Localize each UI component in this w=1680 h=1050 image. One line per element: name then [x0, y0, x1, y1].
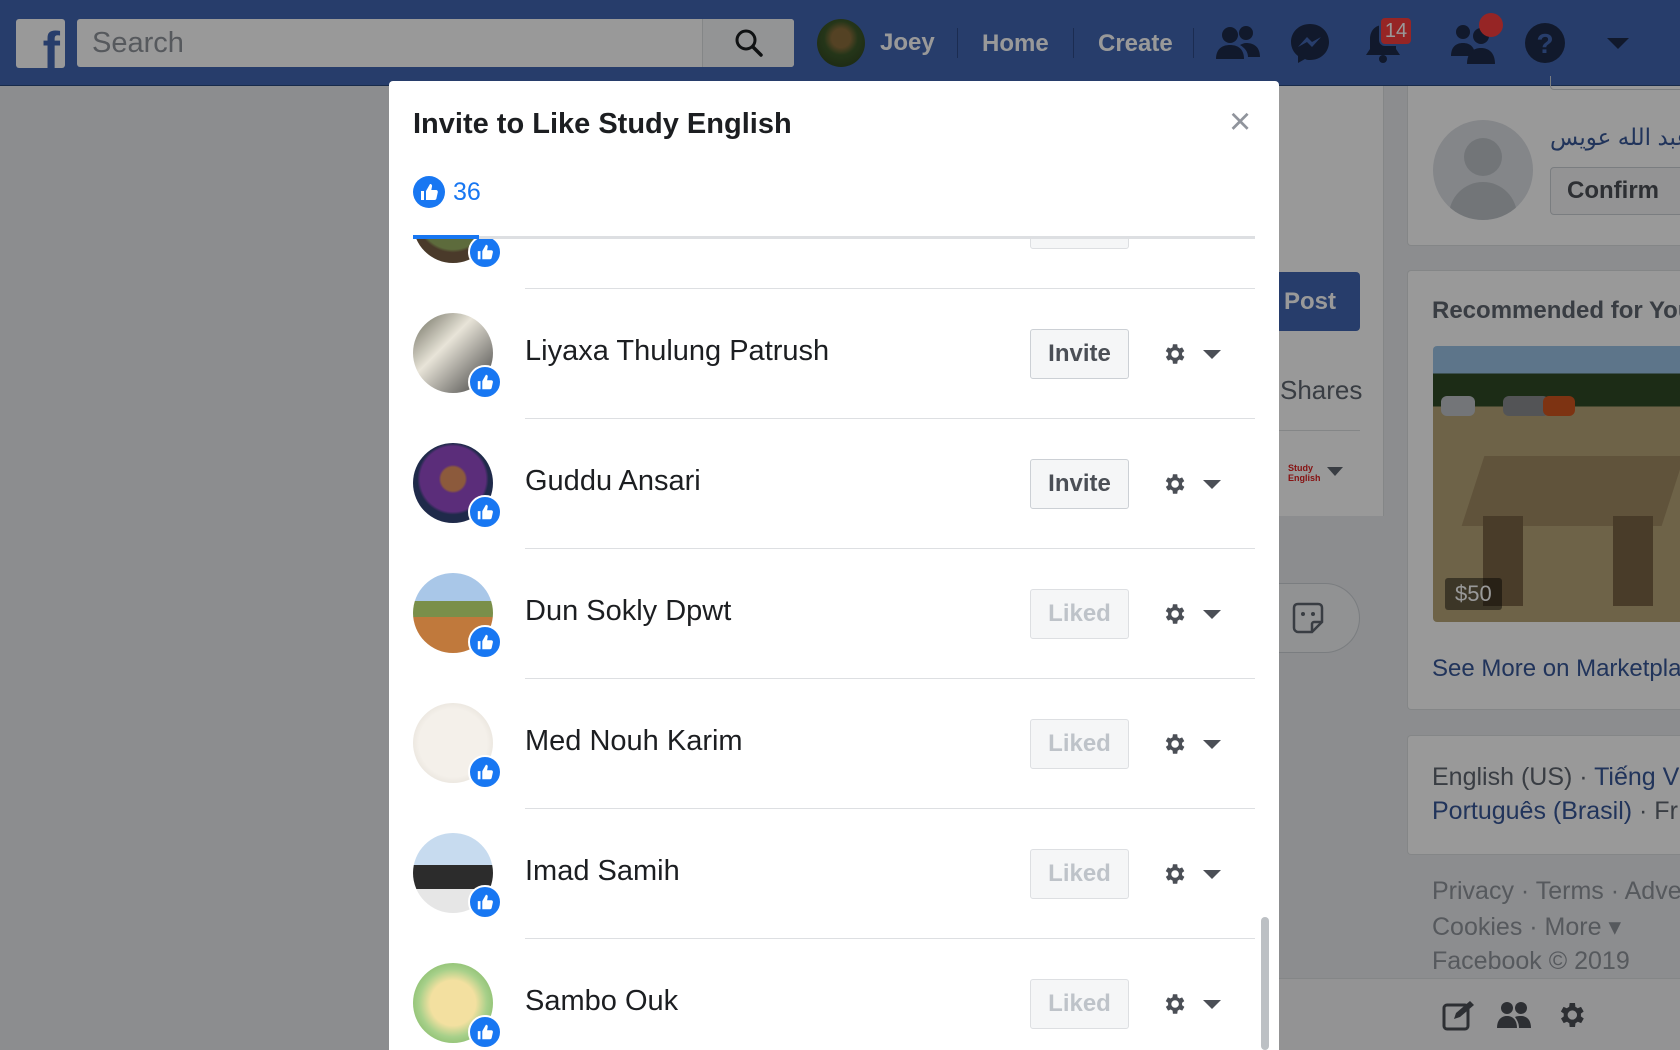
list-item: Liyaxa Thulung Patrush Invite	[389, 289, 1279, 419]
list-item: Guddu Ansari Invite	[389, 419, 1279, 549]
liked-button: Liked	[1030, 719, 1129, 769]
list-item: Imad Samih Liked	[389, 809, 1279, 939]
list-item: Dun Sokly Dpwt Liked	[389, 549, 1279, 679]
thumbs-up-icon	[468, 239, 502, 269]
person-name[interactable]: Sambo Ouk	[525, 985, 678, 1018]
person-name[interactable]: Med Nouh Karim	[525, 725, 743, 758]
invite-list[interactable]: Pov SimLiked Liyaxa Thulung Patrush Invite…	[389, 239, 1279, 1050]
list-item: Pov SimLiked	[389, 239, 1279, 289]
gear-icon[interactable]	[1161, 861, 1187, 887]
gear-icon[interactable]	[1161, 731, 1187, 757]
scrollbar-thumb[interactable]	[1261, 917, 1269, 1050]
list-item: Sambo Ouk Liked	[389, 939, 1279, 1050]
invite-button[interactable]: Invite	[1030, 329, 1129, 379]
thumbs-up-icon	[468, 755, 502, 789]
chevron-down-icon[interactable]	[1203, 480, 1221, 489]
dialog-title: Invite to Like Study English	[413, 108, 792, 140]
liked-button: Liked	[1030, 979, 1129, 1029]
thumbs-up-icon	[413, 176, 445, 208]
thumbs-up-icon	[468, 625, 502, 659]
list-item: Med Nouh Karim Liked	[389, 679, 1279, 809]
chevron-down-icon[interactable]	[1203, 740, 1221, 749]
chevron-down-icon[interactable]	[1203, 870, 1221, 879]
invite-dialog: Invite to Like Study English × 36 Pov Si…	[389, 81, 1279, 1050]
gear-icon[interactable]	[1161, 341, 1187, 367]
thumbs-up-icon	[468, 885, 502, 919]
gear-icon[interactable]	[1161, 601, 1187, 627]
liked-button: Liked	[1030, 239, 1129, 249]
liked-button: Liked	[1030, 589, 1129, 639]
chevron-down-icon[interactable]	[1203, 350, 1221, 359]
like-count: 36	[453, 177, 481, 206]
thumbs-up-icon	[468, 495, 502, 529]
close-icon[interactable]: ×	[1229, 103, 1251, 141]
person-name[interactable]: Dun Sokly Dpwt	[525, 595, 731, 628]
gear-icon[interactable]	[1161, 471, 1187, 497]
gear-icon[interactable]	[1161, 991, 1187, 1017]
thumbs-up-icon	[468, 365, 502, 399]
like-count-tab[interactable]: 36	[413, 176, 481, 208]
chevron-down-icon[interactable]	[1203, 610, 1221, 619]
invite-button[interactable]: Invite	[1030, 459, 1129, 509]
liked-button: Liked	[1030, 849, 1129, 899]
chevron-down-icon[interactable]	[1203, 1000, 1221, 1009]
person-name[interactable]: Liyaxa Thulung Patrush	[525, 335, 829, 368]
person-name[interactable]: Imad Samih	[525, 855, 680, 888]
thumbs-up-icon	[468, 1015, 502, 1049]
person-name[interactable]: Guddu Ansari	[525, 465, 701, 498]
